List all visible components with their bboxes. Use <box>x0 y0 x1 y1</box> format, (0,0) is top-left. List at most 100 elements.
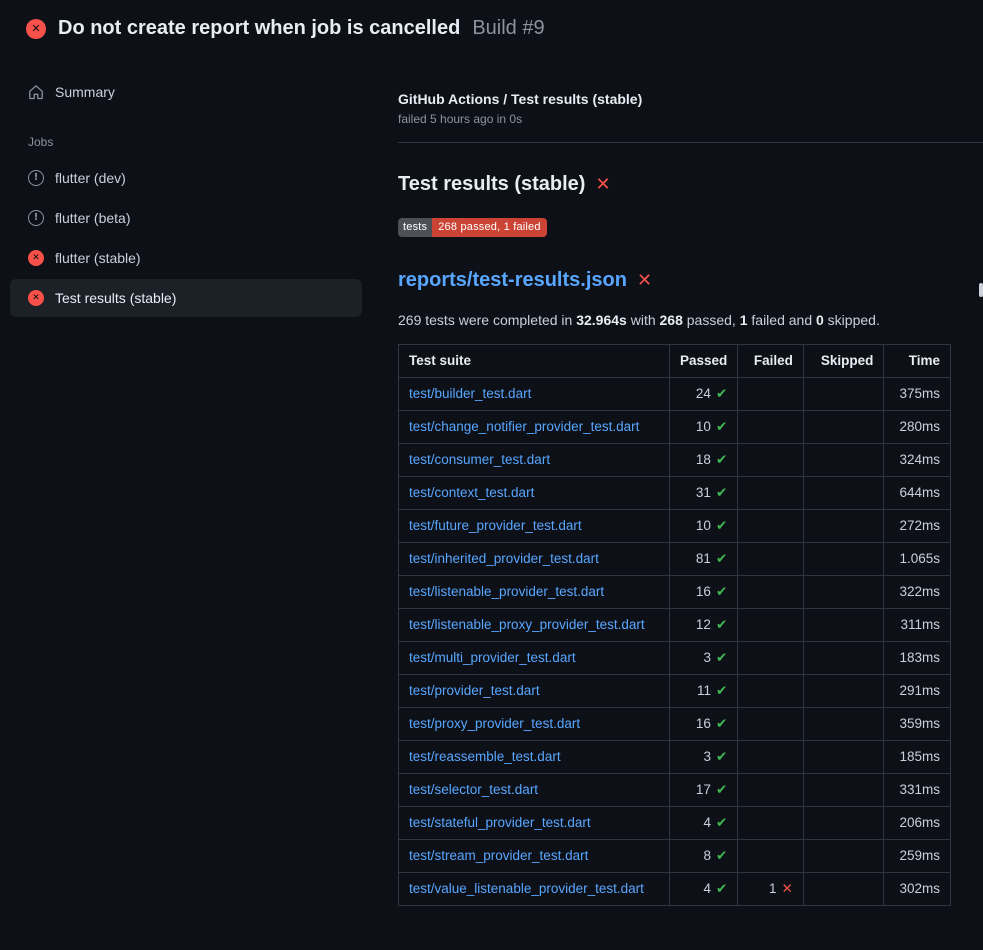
test-suite-cell: test/reassemble_test.dart <box>399 741 670 774</box>
x-circle-icon: ✕ <box>28 290 44 306</box>
sidebar-job-label: Test results (stable) <box>55 290 176 306</box>
test-suite-cell: test/proxy_provider_test.dart <box>399 708 670 741</box>
test-suite-cell: test/selector_test.dart <box>399 774 670 807</box>
time-cell: 359ms <box>884 708 951 741</box>
test-suite-link[interactable]: test/value_listenable_provider_test.dart <box>409 881 644 896</box>
test-suite-cell: test/builder_test.dart <box>399 378 670 411</box>
passed-cell: 4✔ <box>669 807 737 840</box>
failed-count: 1 <box>769 881 777 896</box>
table-row: test/value_listenable_provider_test.dart… <box>399 873 951 906</box>
passed-count: 16 <box>696 716 711 731</box>
check-icon: ✔ <box>716 419 727 435</box>
failed-cell <box>738 708 804 741</box>
test-suite-cell: test/listenable_provider_test.dart <box>399 576 670 609</box>
test-suite-link[interactable]: test/reassemble_test.dart <box>409 749 561 764</box>
skipped-cell <box>803 576 883 609</box>
passed-count: 10 <box>696 419 711 434</box>
report-file-heading: reports/test-results.json ✕ <box>398 269 951 292</box>
report-file-link[interactable]: reports/test-results.json <box>398 269 627 292</box>
summary-text: 269 tests were completed in <box>398 312 576 328</box>
test-suite-link[interactable]: test/context_test.dart <box>409 485 534 500</box>
scrollbar-thumb[interactable] <box>979 283 983 297</box>
sidebar-item-flutter-dev[interactable]: !flutter (dev) <box>10 159 362 197</box>
failed-cell <box>738 675 804 708</box>
summary-text: passed, <box>683 312 740 328</box>
test-suite-link[interactable]: test/stateful_provider_test.dart <box>409 815 591 830</box>
home-icon <box>28 84 44 100</box>
summary-duration: 32.964s <box>576 312 627 328</box>
layout: Summary Jobs !flutter (dev)!flutter (bet… <box>0 53 983 930</box>
skipped-cell <box>803 609 883 642</box>
check-icon: ✔ <box>716 848 727 864</box>
sidebar-item-flutter-stable[interactable]: ✕ flutter (stable) <box>10 239 362 277</box>
col-header-test-suite: Test suite <box>399 345 670 378</box>
build-number: Build #9 <box>472 17 544 40</box>
table-row: test/change_notifier_provider_test.dart 1… <box>399 411 951 444</box>
test-suite-link[interactable]: test/listenable_provider_test.dart <box>409 584 604 599</box>
badge-label: tests <box>398 218 432 237</box>
time-cell: 322ms <box>884 576 951 609</box>
summary-text: skipped. <box>824 312 880 328</box>
x-icon: ✕ <box>637 270 652 291</box>
passed-count: 3 <box>703 749 711 764</box>
passed-cell: 11 ✔ <box>669 675 737 708</box>
passed-cell: 3✔ <box>669 642 737 675</box>
time-cell: 302ms <box>884 873 951 906</box>
failed-cell <box>738 840 804 873</box>
test-suite-link[interactable]: test/future_provider_test.dart <box>409 518 582 533</box>
passed-count: 11 <box>697 683 711 698</box>
results-table-body: test/builder_test.dart24✔375mstest/chang… <box>399 378 951 906</box>
section-title-text: Test results (stable) <box>398 173 585 196</box>
x-icon: ✕ <box>782 881 793 897</box>
table-row: test/listenable_proxy_provider_test.dart… <box>399 609 951 642</box>
passed-cell: 18✔ <box>669 444 737 477</box>
summary-text: failed and <box>748 312 817 328</box>
failed-cell <box>738 642 804 675</box>
passed-count: 3 <box>703 650 711 665</box>
passed-cell: 8✔ <box>669 840 737 873</box>
passed-cell: 4✔ <box>669 873 737 906</box>
test-suite-link[interactable]: test/change_notifier_provider_test.dart <box>409 419 639 434</box>
test-suite-link[interactable]: test/stream_provider_test.dart <box>409 848 588 863</box>
passed-cell: 81✔ <box>669 543 737 576</box>
check-icon: ✔ <box>716 683 727 699</box>
test-suite-link[interactable]: test/builder_test.dart <box>409 386 531 401</box>
test-suite-link[interactable]: test/consumer_test.dart <box>409 452 550 467</box>
passed-cell: 3✔ <box>669 741 737 774</box>
check-icon: ✔ <box>716 386 727 402</box>
time-cell: 280ms <box>884 411 951 444</box>
sidebar-job-label: flutter (stable) <box>55 250 141 266</box>
sidebar-job-label: flutter (beta) <box>55 210 130 226</box>
test-suite-link[interactable]: test/listenable_proxy_provider_test.dart <box>409 617 645 632</box>
test-suite-link[interactable]: test/provider_test.dart <box>409 683 540 698</box>
time-cell: 311ms <box>884 609 951 642</box>
test-suite-cell: test/value_listenable_provider_test.dart <box>399 873 670 906</box>
time-cell: 375ms <box>884 378 951 411</box>
test-suite-link[interactable]: test/selector_test.dart <box>409 782 538 797</box>
passed-cell: 16✔ <box>669 708 737 741</box>
test-suite-cell: test/multi_provider_test.dart <box>399 642 670 675</box>
failed-cell <box>738 543 804 576</box>
sidebar-item-test-results-stable[interactable]: ✕ Test results (stable) <box>10 279 362 317</box>
time-cell: 259ms <box>884 840 951 873</box>
check-icon: ✔ <box>716 749 727 765</box>
x-circle-icon: ✕ <box>28 250 44 266</box>
summary-passed-count: 268 <box>660 312 683 328</box>
test-suite-link[interactable]: test/inherited_provider_test.dart <box>409 551 599 566</box>
test-suite-cell: test/stream_provider_test.dart <box>399 840 670 873</box>
check-icon: ✔ <box>716 782 727 798</box>
test-suite-link[interactable]: test/proxy_provider_test.dart <box>409 716 580 731</box>
sidebar-item-summary[interactable]: Summary <box>10 73 362 111</box>
table-row: test/consumer_test.dart18✔324ms <box>399 444 951 477</box>
failed-cell <box>738 510 804 543</box>
passed-count: 4 <box>703 815 711 830</box>
table-row: test/inherited_provider_test.dart81✔1.06… <box>399 543 951 576</box>
test-suite-link[interactable]: test/multi_provider_test.dart <box>409 650 576 665</box>
alert-circle-icon: ! <box>28 210 44 226</box>
sidebar-item-flutter-beta[interactable]: ! flutter (beta) <box>10 199 362 237</box>
test-suite-cell: test/listenable_proxy_provider_test.dart <box>399 609 670 642</box>
failed-cell <box>738 774 804 807</box>
summary-failed-count: 1 <box>740 312 748 328</box>
col-header-time: Time <box>884 345 951 378</box>
skipped-cell <box>803 708 883 741</box>
